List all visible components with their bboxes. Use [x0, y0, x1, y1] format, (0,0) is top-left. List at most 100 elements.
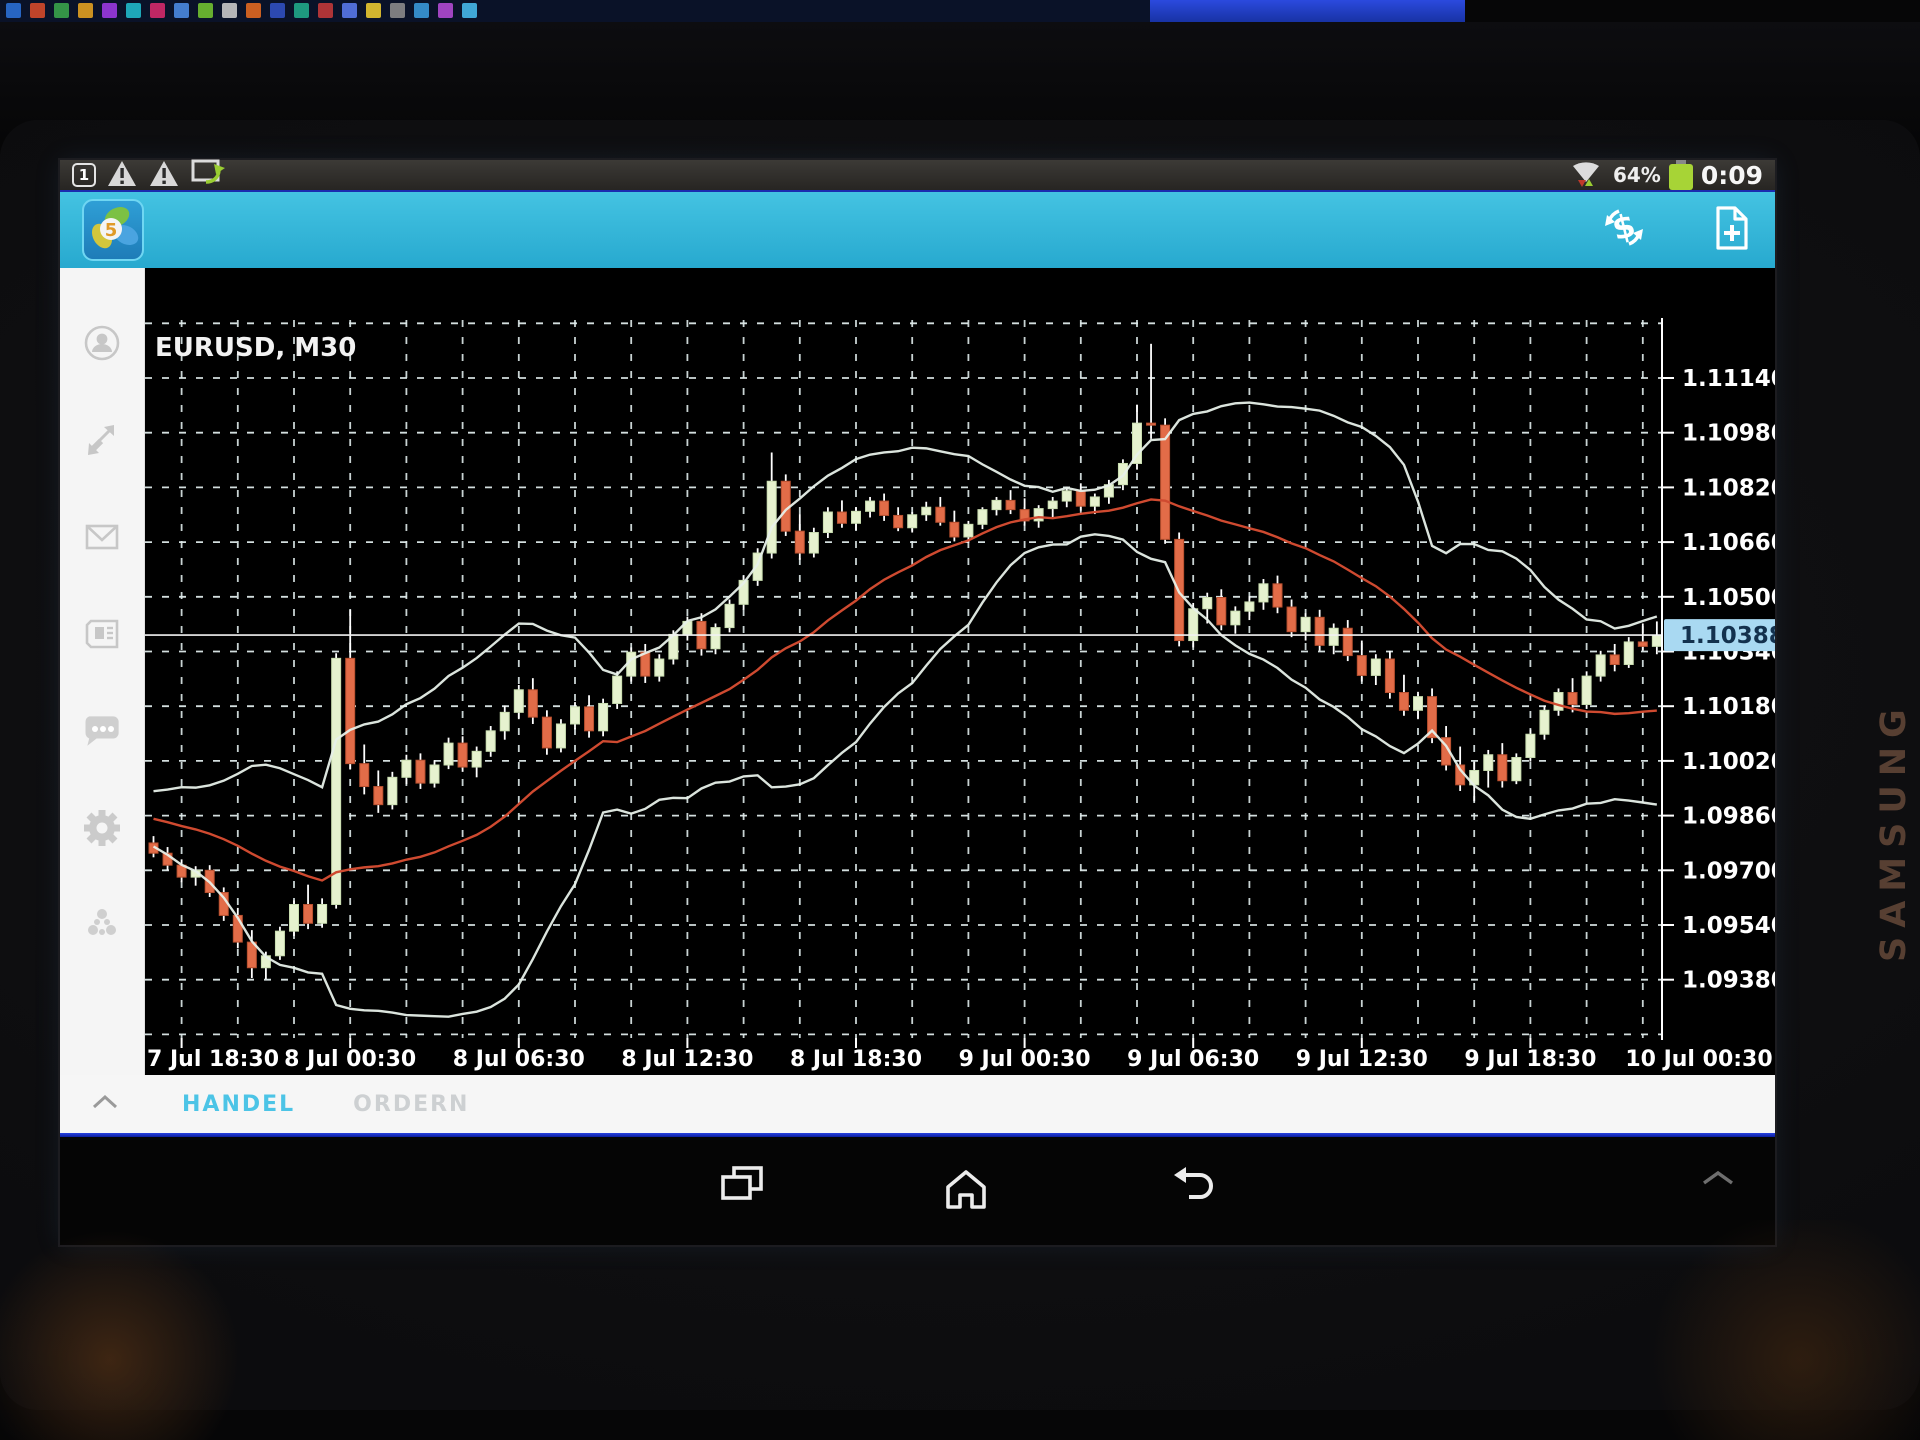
chat-icon — [79, 708, 125, 754]
candle — [599, 703, 608, 730]
candle — [1301, 617, 1310, 631]
candle — [1568, 693, 1577, 705]
candle — [1329, 628, 1338, 645]
time-axis-label: 8 Jul 06:30 — [453, 1047, 585, 1072]
home-button[interactable] — [940, 1161, 992, 1217]
sidebar-item-quotes[interactable] — [79, 320, 125, 366]
candle — [332, 658, 341, 904]
tab-ordern[interactable]: ORDERN — [353, 1092, 469, 1117]
candle — [1484, 755, 1493, 771]
candle — [1315, 617, 1324, 645]
candle — [1385, 659, 1394, 693]
chart-symbol-label: EURUSD, M30 — [155, 333, 356, 363]
candle — [585, 707, 594, 731]
back-button[interactable] — [1168, 1161, 1220, 1217]
chart-panel[interactable]: 1.111401.109801.108201.106601.105001.103… — [145, 268, 1775, 1075]
candle — [1231, 611, 1240, 625]
time-axis-label: 9 Jul 18:30 — [1464, 1047, 1596, 1072]
sidebar-item-community[interactable] — [79, 902, 125, 948]
app-header: 5 $ — [60, 192, 1775, 268]
price-axis-label: 1.09860 — [1682, 804, 1775, 830]
candle — [1610, 655, 1619, 665]
time-axis-label: 8 Jul 18:30 — [790, 1047, 922, 1072]
taskbar-app-icon — [462, 3, 477, 18]
candle — [1062, 491, 1071, 501]
candle — [290, 904, 299, 931]
settings-gear-icon — [79, 805, 125, 851]
candle — [472, 751, 481, 767]
candle — [486, 731, 495, 752]
new-order-icon[interactable] — [1711, 204, 1753, 256]
candle — [1217, 597, 1226, 624]
tablet-device: SAMSUNG 1 64% 0:09 — [0, 120, 1920, 1410]
candle — [866, 501, 875, 511]
price-axis-label: 1.10500 — [1682, 585, 1775, 611]
sidebar-item-messages[interactable] — [79, 708, 125, 754]
price-axis-label: 1.09700 — [1682, 858, 1775, 884]
taskbar-app-icon — [30, 3, 45, 18]
battery-percent-label: 64% — [1613, 163, 1661, 187]
taskbar-app-icon — [390, 3, 405, 18]
bottom-tab-bar: HANDEL ORDERN — [60, 1075, 1775, 1133]
background-monitor-window — [1150, 0, 1465, 24]
expand-chevron-icon[interactable] — [1700, 1169, 1736, 1191]
sidebar-item-charts[interactable] — [79, 417, 125, 463]
sidebar-item-settings[interactable] — [79, 805, 125, 851]
candle — [458, 743, 467, 767]
candle — [1287, 607, 1296, 632]
candle — [1652, 635, 1661, 646]
tablet-screen: 1 64% 0:09 — [60, 160, 1775, 1245]
candle — [388, 777, 397, 804]
sidebar-item-mail[interactable] — [79, 514, 125, 560]
candle — [1624, 642, 1633, 665]
warning-icon — [106, 158, 138, 192]
wifi-icon — [1567, 158, 1605, 192]
taskbar-app-icon — [366, 3, 381, 18]
price-axis-label: 1.10820 — [1682, 475, 1775, 501]
ambient-light — [0, 1230, 260, 1440]
time-axis-label: 10 Jul 00:30 — [1625, 1047, 1772, 1072]
candle — [1203, 597, 1212, 608]
taskbar-app-icon — [198, 3, 213, 18]
price-axis-label: 1.10180 — [1682, 694, 1775, 720]
trade-dollar-icon[interactable]: $ — [1599, 206, 1649, 254]
battery-icon — [1669, 164, 1693, 190]
candle — [795, 531, 804, 553]
candle — [416, 760, 425, 783]
android-nav-bar — [60, 1137, 1775, 1245]
candle — [767, 481, 776, 553]
candle — [318, 904, 327, 923]
candle — [556, 724, 565, 748]
candle — [978, 510, 987, 525]
recents-button[interactable] — [715, 1161, 767, 1217]
time-axis-label: 7 Jul 18:30 — [147, 1047, 279, 1072]
candle — [823, 512, 832, 533]
samsung-brand-label: SAMSUNG — [1874, 682, 1914, 962]
price-axis-label: 1.11140 — [1682, 366, 1775, 392]
candle — [402, 760, 411, 777]
metatrader5-logo-button[interactable]: 5 — [82, 199, 144, 261]
candle — [880, 501, 889, 515]
candle — [852, 511, 861, 523]
candle — [894, 515, 903, 527]
candle — [809, 533, 818, 554]
candlestick-chart[interactable]: 1.111401.109801.108201.106601.105001.103… — [145, 268, 1775, 1075]
candle — [1259, 584, 1268, 602]
tab-handel[interactable]: HANDEL — [182, 1092, 295, 1117]
sidebar-item-news[interactable] — [79, 611, 125, 657]
candle — [304, 904, 313, 923]
taskbar-app-icon — [126, 3, 141, 18]
candle — [655, 659, 664, 676]
chevron-up-icon[interactable] — [90, 1094, 120, 1114]
time-axis-label: 9 Jul 12:30 — [1296, 1047, 1428, 1072]
android-status-bar: 1 64% 0:09 — [60, 160, 1775, 192]
candle — [950, 522, 959, 537]
price-axis-label: 1.10660 — [1682, 530, 1775, 556]
warning-icon — [148, 158, 180, 192]
candle — [1582, 676, 1591, 704]
candle — [1512, 757, 1521, 780]
candle — [1273, 584, 1282, 607]
svg-text:5: 5 — [105, 220, 118, 241]
candle — [346, 658, 355, 763]
candle — [1147, 423, 1156, 425]
